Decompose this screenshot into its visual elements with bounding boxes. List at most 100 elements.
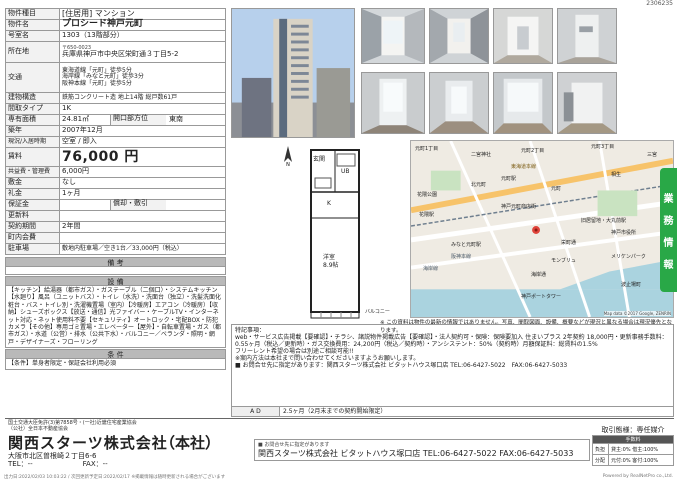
spec-row-status: 現況/入居時期 空室 / 即入 [5,136,226,148]
broker-contact: 関西スターツ株式会社 ビタットハウス塚口店 TEL:06-6427-5022 F… [258,449,574,458]
remarks-heading: 特記事項： [235,327,266,334]
fee-header: 手数料 [592,435,674,444]
interior-photo [493,72,553,134]
map-copyright: Map data ©2017 Google, ZENRIN [603,311,671,316]
fee-row-label: 分配 [592,454,609,466]
interior-photo [429,8,489,64]
interior-photo [493,8,553,64]
room-label: 号室名 [5,30,60,42]
map-label: 神戸元町商店街 [501,204,537,210]
side-tab-char: 情 [663,237,674,249]
company-branch: （本社） [160,434,221,452]
ad-label: A D [232,407,280,416]
spec-row-key: 礼金 1ヶ月 [5,188,226,200]
traffic-line: 阪神本線「元町」徒歩5分 [62,79,132,87]
fee-row: 分配 元付:0% 客付:100% [592,454,674,466]
layout-label: 間取タイプ [5,103,60,115]
spec-row-parking: 駐車場 敷地内駐車場／空き1台／33,000円（税込） [5,243,226,255]
company-fax: FAX：-- [82,460,108,468]
spec-row-location: 所在地 〒650-0023 兵庫県神戸市中央区栄町通３丁目5-2 [5,41,226,63]
fee-value: 6,000円 [59,166,226,178]
company-address: 大阪市北区曽根崎２丁目6-6 [8,452,97,460]
equipment-text: 【キッチン】給湯器（都市ガス）・ガステーブル（二個口）・システムキッチン【水廻り… [5,286,226,348]
map-label: 海岸通 [531,272,547,278]
room-size: 8.9帖 [323,262,339,269]
deal-title: 取引態様：専任媒介 [601,426,665,434]
print-footer: 出力日:2022/02/03 10:03:22 / 次回更新予定日:2022/0… [0,474,677,480]
built-label: 築年 [5,125,60,137]
guarantee-label: 保証金 [5,199,60,211]
type-value: [住居用] マンション [59,8,226,20]
name-label: 物件名 [5,19,60,31]
parking-label: 駐車場 [5,243,60,255]
traffic-label: 交通 [5,62,60,93]
spec-row-deposit: 敷金 なし [5,177,226,189]
location-cell: 〒650-0023 兵庫県神戸市中央区栄町通３丁目5-2 [59,41,226,63]
spec-row-built: 築年 2007年12月 [5,125,226,137]
map-label: 阪神本線 [451,254,472,260]
map-label: 三宮 [647,152,658,158]
equipment-title: 設 備 [5,276,226,286]
remarks-line: ※案内方法は本社まで問い合わせてくださいますようお願いします。 [235,355,420,362]
contract-value: 2年間 [59,221,226,233]
status-label: 現況/入居時期 [5,136,60,148]
structure-label: 建物構造 [5,92,60,104]
property-spec-table: 物件種目 [住居用] マンション 物件名 プロシード神戸元町 号室名 1303（… [5,8,226,255]
remarks-empty [5,267,226,275]
area-cell: 24.81㎡ 開口部方位 東南 [59,114,226,126]
remarks-line: フリーレント希望の場合は別途ご相談可能!! [235,348,354,355]
spec-row-layout: 間取タイプ 1K [5,103,226,115]
broker-note: ■ お問合せ先に指定があります [258,442,330,448]
spec-row-traffic: 交通 東海道線「元町」徒歩5分 海岸線「みなと元町」徒歩3分 阪神本線「元町」徒… [5,62,226,93]
map-label: 相生 [611,172,622,178]
contract-label: 契約期間 [5,221,60,233]
floor-plan: 玄関 UB K 洋室 8.9帖 バルコニー [231,140,405,320]
map-label: 海岸線 [423,266,439,272]
key-money-value: 1ヶ月 [59,188,226,200]
opening-value: 東南 [169,115,183,124]
deposit-label: 敷金 [5,177,60,189]
traffic-cell: 東海道線「元町」徒歩5分 海岸線「みなと元町」徒歩3分 阪神本線「元町」徒歩5分 [59,62,226,93]
map-label: 二宮神社 [471,152,492,158]
contact-broker-box: ■ お問合せ先に指定があります 関西スターツ株式会社 ビタットハウス塚口店 TE… [254,439,590,461]
kitchen-label: K [327,200,331,207]
interior-photo [429,72,489,134]
map-label: 元町 [551,186,562,192]
map-label: 波止場町 [621,282,642,288]
interior-photo [361,8,425,64]
footer-divider [5,418,674,419]
spec-row-guarantee: 保証金 償却・敷引 [5,199,226,211]
opening-label: 開口部方位 [110,114,166,125]
interior-photo [557,8,617,64]
map-label: 元町駅 [501,176,517,182]
ad-row: A D 2.5ヶ月（2月末までの契約開始限定） [231,407,674,417]
spec-row-rent: 賃料 76,000 円 [5,147,226,167]
association-fee-label: 町内会費 [5,232,60,244]
map-label: 元町1丁目 [415,146,439,152]
conditions-text: 【条件】単身者限定・保証会社利用必須 [5,359,226,370]
parking-value: 敷地内駐車場／空き1台／33,000円（税込） [59,243,226,255]
spec-row-structure: 建物構造 鉄筋コンクリート造 地上14階 総戸数61戸 [5,92,226,104]
balcony-label: バルコニー [365,309,390,315]
rent-value: 76,000 円 [59,147,226,167]
spec-row-area: 専有面積 24.81㎡ 開口部方位 東南 [5,114,226,126]
area-label: 専有面積 [5,114,60,126]
building-exterior-photo [231,8,355,138]
map-label: 花隈駅 [419,212,435,218]
fee-table: 手数料 負担 貸主:0% 借主:100% 分配 元付:0% 客付:100% [592,435,674,466]
map-label: 神戸ポートタワー [521,294,562,300]
key-money-label: 礼金 [5,188,60,200]
interior-photo [557,72,617,134]
map-label: みなと元町駅 [451,242,482,248]
amort-label: 償却・敷引 [110,199,166,210]
business-info-tab[interactable]: 業 務 情 報 [660,168,677,292]
company-address-block: 大阪市北区曽根崎２丁目6-6 TEL：-- FAX：-- [8,452,108,468]
print-timestamp: 出力日:2022/02/03 10:03:22 / 次回更新予定日:2022/0… [4,475,226,480]
map-label: 栄町通 [561,240,577,246]
fee-row-value: 貸主:0% 借主:100% [608,443,674,455]
structure-value: 鉄筋コンクリート造 地上14階 総戸数61戸 [59,92,226,104]
location-map: 元町1丁目 二宮神社 元町2丁目 元町3丁目 花隈公園 相生 北元町 元町 神戸… [410,140,674,318]
spec-row-room: 号室名 1303（13階部分） [5,30,226,42]
license-info: 国土交通大臣免許(3)第7858号・(一社)近畿住宅産業協会 （公社）全日本不動… [8,420,137,432]
layout-value: 1K [59,103,226,115]
